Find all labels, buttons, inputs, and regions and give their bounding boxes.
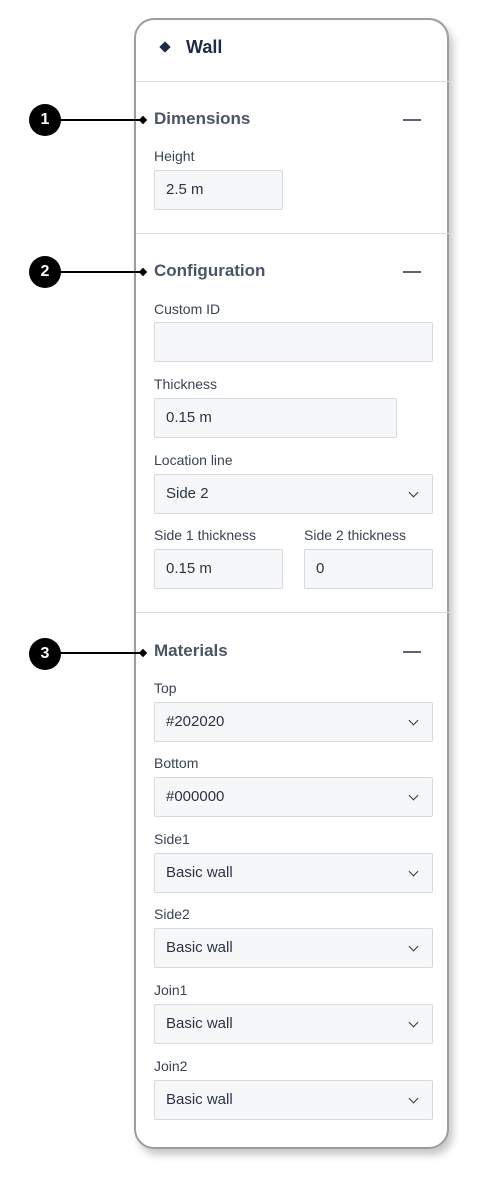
chevron-down-icon — [408, 790, 419, 801]
callout-badge-2: 2 — [29, 256, 61, 288]
location-line-value: Side 2 — [166, 485, 209, 502]
location-line-select[interactable]: Side 2 — [154, 474, 433, 514]
top-material-label: Top — [154, 680, 177, 696]
side2-thickness-label: Side 2 thickness — [304, 527, 406, 543]
thickness-field[interactable]: 0.15 m — [154, 398, 397, 438]
bottom-material-label: Bottom — [154, 755, 199, 771]
chevron-down-icon — [408, 1093, 419, 1104]
height-field[interactable]: 2.5 m — [154, 170, 283, 210]
chevron-down-icon — [408, 1017, 419, 1028]
minus-icon[interactable] — [403, 651, 421, 653]
join2-material-label: Join2 — [154, 1058, 188, 1074]
side1-material-value: Basic wall — [166, 864, 233, 881]
chevron-down-icon — [408, 715, 419, 726]
minus-icon[interactable] — [403, 271, 421, 273]
callout-badge-1: 1 — [29, 104, 61, 136]
location-line-label: Location line — [154, 452, 233, 468]
screenshot-stage: Wall 1 2 3 Dimensions Height 2.5 m Confi… — [0, 0, 502, 1195]
side1-thickness-label: Side 1 thickness — [154, 527, 256, 543]
divider — [136, 81, 449, 82]
thickness-label: Thickness — [154, 376, 218, 392]
callout-leader-line — [60, 119, 142, 121]
top-material-select[interactable]: #202020 — [154, 702, 433, 742]
side2-material-select[interactable]: Basic wall — [154, 928, 433, 968]
panel-title: Wall — [186, 37, 223, 57]
join1-material-select[interactable]: Basic wall — [154, 1004, 433, 1044]
callout-badge-3: 3 — [29, 638, 61, 670]
join1-material-label: Join1 — [154, 982, 188, 998]
divider — [136, 612, 449, 613]
custom-id-label: Custom ID — [154, 301, 221, 317]
bottom-material-select[interactable]: #000000 — [154, 777, 433, 817]
top-material-value: #202020 — [166, 713, 225, 730]
chevron-down-icon — [408, 941, 419, 952]
side2-thickness-field[interactable]: 0 — [304, 549, 433, 589]
custom-id-field[interactable] — [154, 322, 433, 362]
minus-icon[interactable] — [403, 119, 421, 121]
divider — [136, 233, 449, 234]
section-title-configuration[interactable]: Configuration — [154, 261, 265, 281]
height-label: Height — [154, 148, 195, 164]
chevron-down-icon — [408, 866, 419, 877]
side1-thickness-field[interactable]: 0.15 m — [154, 549, 283, 589]
side1-material-select[interactable]: Basic wall — [154, 853, 433, 893]
join2-material-value: Basic wall — [166, 1091, 233, 1108]
bottom-material-value: #000000 — [166, 788, 225, 805]
section-title-materials[interactable]: Materials — [154, 641, 228, 661]
callout-leader-line — [60, 652, 142, 654]
side1-material-label: Side1 — [154, 831, 190, 847]
side2-material-label: Side2 — [154, 906, 190, 922]
callout-leader-line — [60, 271, 142, 273]
section-title-dimensions[interactable]: Dimensions — [154, 109, 250, 129]
join2-material-select[interactable]: Basic wall — [154, 1080, 433, 1120]
join1-material-value: Basic wall — [166, 1015, 233, 1032]
side2-material-value: Basic wall — [166, 939, 233, 956]
chevron-down-icon — [408, 487, 419, 498]
